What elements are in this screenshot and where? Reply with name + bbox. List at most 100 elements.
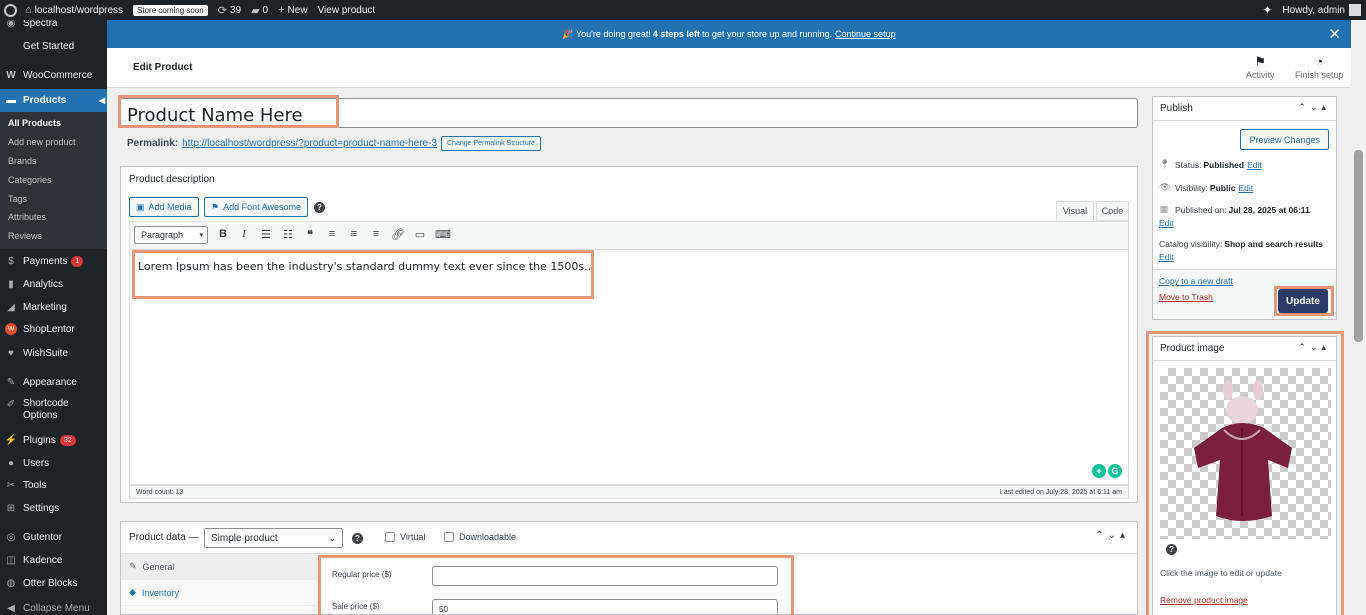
add-font-awesome-button[interactable]: ⚑ Add Font Awesome xyxy=(204,197,308,217)
downloadable-checkbox[interactable]: Downloadable xyxy=(444,532,516,542)
box-controls[interactable]: ⌃⌄▴ xyxy=(1298,102,1330,113)
close-icon[interactable]: ✕ xyxy=(1328,25,1341,43)
submenu-brands[interactable]: Brands xyxy=(8,156,37,166)
help-icon[interactable]: ? xyxy=(314,202,325,213)
toolbar-toggle-icon[interactable]: ⌨ xyxy=(435,228,451,241)
align-left-icon[interactable]: ≡ xyxy=(325,228,339,240)
grammarly-icon[interactable]: G xyxy=(1108,464,1122,478)
sidebar-item-gutentor[interactable]: ◎ Gutentor xyxy=(0,530,107,544)
sidebar-item-spectra[interactable]: ◉ Spectra xyxy=(0,20,107,30)
sidebar-item-marketing[interactable]: ◢ Marketing xyxy=(0,300,107,314)
product-description-box: Product description ▣ Add Media ⚑ Add Font… xyxy=(120,166,1138,503)
remove-product-image-link[interactable]: Remove product image xyxy=(1160,595,1248,605)
last-edited: Last edited on July 28, 2025 at 6:11 am xyxy=(999,488,1122,496)
updates-link[interactable]: ⟳ 39 xyxy=(213,0,246,20)
activity-button[interactable]: ⚑ Activity xyxy=(1246,54,1275,80)
publish-box: Publish ⌃⌄▴ Preview Changes 📍︎ Status: Pub… xyxy=(1152,96,1337,320)
tab-inventory[interactable]: ◆ Inventory xyxy=(121,580,318,606)
sidebar-item-shortcode-options[interactable]: ✐ Shortcode Options xyxy=(0,398,107,424)
settings-icon: ⊞ xyxy=(6,502,16,514)
sidebar-item-products[interactable]: ▬ Products ◀ xyxy=(0,89,107,112)
wrench-icon: ✎ xyxy=(129,561,137,571)
page-scrollbar[interactable] xyxy=(1351,20,1366,615)
sidebar-item-woocommerce[interactable]: W WooCommerce xyxy=(0,68,107,82)
virtual-checkbox[interactable]: Virtual xyxy=(385,532,425,542)
permalink-link[interactable]: http://localhost/wordpress/?product=prod… xyxy=(182,138,437,149)
scrollbar-thumb[interactable] xyxy=(1354,150,1363,342)
sidebar-item-wishsuite[interactable]: ♥ WishSuite xyxy=(0,346,107,360)
tab-code[interactable]: Code xyxy=(1096,201,1129,221)
sale-price-label: Sale price ($) xyxy=(332,602,380,611)
site-name-link[interactable]: ⌂ localhost/wordpress xyxy=(20,0,128,20)
submenu-attributes[interactable]: Attributes xyxy=(8,212,46,222)
preview-changes-button[interactable]: Preview Changes xyxy=(1240,129,1329,150)
edit-status-link[interactable]: Edit xyxy=(1247,160,1262,170)
box-controls[interactable]: ⌃⌄▴ xyxy=(1298,342,1330,353)
submenu-reviews[interactable]: Reviews xyxy=(8,231,42,241)
submenu-categories[interactable]: Categories xyxy=(8,175,52,185)
bullet-list-icon[interactable]: ☰ xyxy=(259,228,273,241)
copy-to-draft-link[interactable]: Copy to a new draft xyxy=(1159,276,1233,286)
store-coming-soon-badge[interactable]: Store coming soon xyxy=(133,4,208,16)
media-icon: ▣ xyxy=(136,201,145,212)
ai-sparkle-icon[interactable]: ✦ xyxy=(1257,0,1277,20)
box-controls[interactable]: ⌃⌄▴ xyxy=(1095,530,1129,541)
add-media-button[interactable]: ▣ Add Media xyxy=(129,197,199,217)
move-to-trash-link[interactable]: Move to Trash xyxy=(1159,292,1213,302)
regular-price-input[interactable] xyxy=(432,566,778,586)
align-center-icon[interactable]: ≡ xyxy=(347,228,361,240)
numbered-list-icon[interactable]: ☷ xyxy=(281,228,295,241)
italic-icon[interactable]: I xyxy=(237,228,251,240)
edit-catalog-visibility-link[interactable]: Edit xyxy=(1159,252,1174,262)
collapse-menu-button[interactable]: ◀ Collapse Menu xyxy=(0,601,107,615)
sidebar-item-shoplentor[interactable]: W ShopLentor xyxy=(0,322,107,336)
update-button[interactable]: Update xyxy=(1278,289,1328,313)
tab-general[interactable]: ✎ General xyxy=(121,554,318,580)
sidebar-item-appearance[interactable]: ✎ Appearance xyxy=(0,375,107,389)
heart-icon: ♥ xyxy=(8,347,14,359)
sidebar-item-kadence[interactable]: ◫ Kadence xyxy=(0,553,107,567)
submenu-add-new-product[interactable]: Add new product xyxy=(8,137,76,147)
new-content-link[interactable]: + New xyxy=(273,0,312,20)
submenu-all-products[interactable]: All Products xyxy=(8,118,61,128)
product-title-input[interactable]: Product Name Here xyxy=(120,98,1138,128)
read-more-icon[interactable]: ▭ xyxy=(413,228,427,241)
format-select[interactable]: Paragraph ▾ xyxy=(134,226,208,244)
view-product-link[interactable]: View product xyxy=(313,0,381,20)
spectra-icon: ◉ xyxy=(6,20,16,29)
submenu-tags[interactable]: Tags xyxy=(8,194,27,204)
change-permalink-button[interactable]: Change Permalink Structure xyxy=(441,136,541,151)
help-icon[interactable]: ? xyxy=(1166,544,1177,555)
account-menu[interactable]: Howdy, admin xyxy=(1277,0,1366,20)
finish-setup-button[interactable]: ◔ Finish setup xyxy=(1295,54,1344,80)
sidebar-item-users[interactable]: ● Users xyxy=(0,456,107,470)
bold-icon[interactable]: B xyxy=(216,228,230,240)
edit-date-link[interactable]: Edit xyxy=(1159,218,1174,228)
sidebar-item-payments[interactable]: $ Payments 1 xyxy=(0,254,107,268)
publish-title: Publish xyxy=(1160,103,1193,114)
comments-link[interactable]: ▰ 0 xyxy=(246,0,273,20)
align-right-icon[interactable]: ≡ xyxy=(369,228,383,240)
paintbrush-icon: ✎ xyxy=(6,376,16,388)
megaphone-icon: ◢ xyxy=(7,301,15,313)
sidebar-item-tools[interactable]: ✂ Tools xyxy=(0,478,107,492)
editor-content-area[interactable]: Lorem Ipsum has been the industry's stan… xyxy=(129,249,1129,485)
sidebar-item-analytics[interactable]: ▮ Analytics xyxy=(0,277,107,291)
product-type-select[interactable]: Simple product ⌄ xyxy=(204,528,343,548)
sidebar-item-plugins[interactable]: ⚡ Plugins 32 xyxy=(0,433,107,447)
grammarly-add-icon[interactable]: + xyxy=(1092,464,1106,478)
pin-icon: 📍︎ xyxy=(1159,159,1171,169)
help-icon[interactable]: ? xyxy=(352,533,363,544)
blockquote-icon[interactable]: ❝ xyxy=(303,228,317,241)
wordpress-logo-icon[interactable] xyxy=(0,0,20,20)
tab-visual[interactable]: Visual xyxy=(1056,201,1094,221)
sale-price-input[interactable]: 50 xyxy=(432,599,778,614)
sidebar-item-get-started[interactable]: Get Started xyxy=(0,39,107,53)
edit-visibility-link[interactable]: Edit xyxy=(1238,183,1253,193)
sidebar-item-settings[interactable]: ⊞ Settings xyxy=(0,501,107,515)
link-icon[interactable]: 🔗︎ xyxy=(391,228,405,241)
product-image-thumbnail[interactable] xyxy=(1160,368,1331,539)
continue-setup-link[interactable]: Continue setup xyxy=(835,29,896,39)
sidebar-item-otter-blocks[interactable]: ◍ Otter Blocks xyxy=(0,576,107,590)
payments-icon: $ xyxy=(8,255,14,267)
